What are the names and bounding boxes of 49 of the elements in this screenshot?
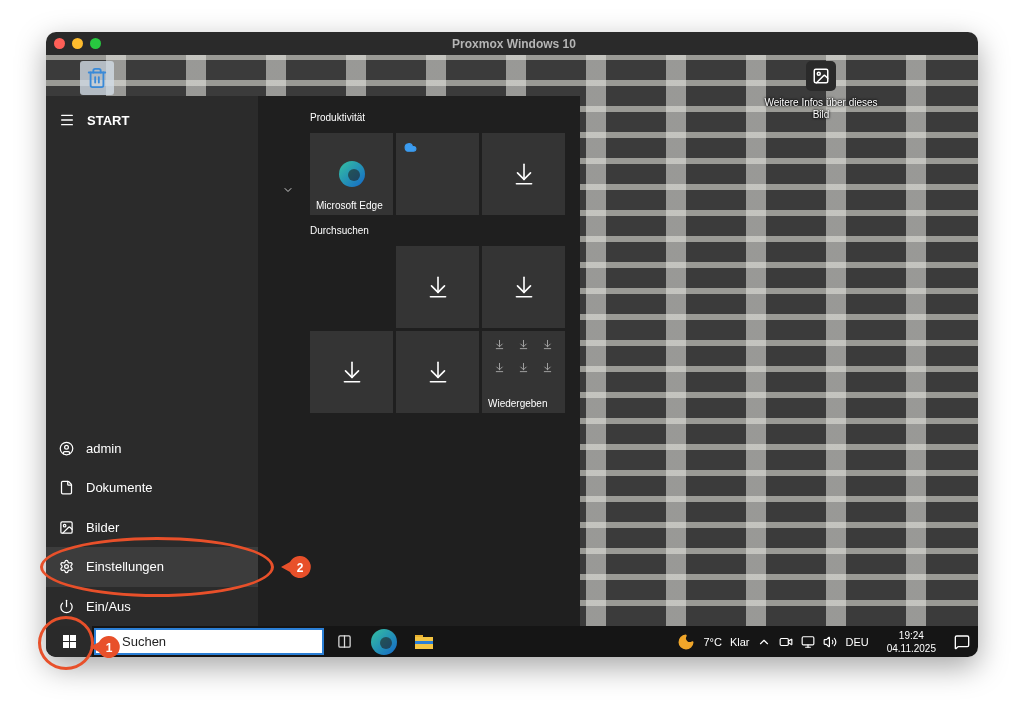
start-menu-item[interactable]: Bilder xyxy=(46,507,258,547)
clock[interactable]: 19:24 04.11.2025 xyxy=(876,628,946,655)
settings-icon xyxy=(59,559,74,575)
download-icon xyxy=(494,339,506,350)
notification-icon[interactable] xyxy=(954,633,970,650)
weather-condition: Klar xyxy=(729,635,750,648)
download-tile[interactable] xyxy=(396,331,479,413)
document-icon xyxy=(59,480,74,496)
desktop-icon-label: Weitere Infos über dieses Bild xyxy=(763,97,879,121)
folder-tile[interactable]: Wiedergeben xyxy=(482,331,565,413)
window-title: Proxmox Windows 10 xyxy=(451,36,577,51)
download-tile[interactable] xyxy=(396,246,479,328)
download-icon xyxy=(518,362,529,373)
volume-icon[interactable] xyxy=(823,634,838,649)
download-tile[interactable] xyxy=(482,133,565,215)
start-button[interactable] xyxy=(46,626,92,657)
annotation-badge: 1 xyxy=(90,636,120,658)
start-menu-item[interactable]: Ein/Aus xyxy=(46,586,258,626)
weather-temperature: 7°C xyxy=(703,635,722,648)
annotation-badge: 2 xyxy=(281,556,311,578)
edge-icon xyxy=(337,160,366,188)
edge-tile[interactable]: Microsoft Edge xyxy=(310,133,393,215)
menu-icon[interactable] xyxy=(59,112,75,128)
group-title: Produktivität xyxy=(310,112,367,123)
windows-logo-icon xyxy=(62,635,76,648)
maximize-button[interactable] xyxy=(90,38,101,49)
language-indicator[interactable]: DEU xyxy=(845,635,869,648)
cloud-tile[interactable] xyxy=(396,133,479,215)
start-menu-item[interactable]: Einstellungen xyxy=(46,547,258,587)
start-title: START xyxy=(87,112,130,128)
close-button[interactable] xyxy=(54,38,65,49)
download-icon xyxy=(541,362,553,373)
annotation-ellipse xyxy=(38,616,94,670)
start-menu-item[interactable]: admin xyxy=(46,428,258,468)
user-icon xyxy=(59,440,74,456)
image-icon xyxy=(59,519,74,535)
power-icon xyxy=(59,598,74,614)
minimize-button[interactable] xyxy=(72,38,83,49)
moon-icon[interactable] xyxy=(677,632,696,651)
download-tile[interactable] xyxy=(482,246,565,328)
landscape-icon[interactable] xyxy=(806,61,836,91)
download-tile[interactable] xyxy=(310,331,393,413)
download-icon xyxy=(518,339,529,350)
download-icon xyxy=(494,362,506,373)
start-menu-item[interactable]: Dokumente xyxy=(46,468,258,508)
cloud-icon xyxy=(404,141,417,154)
group-title: Durchsuchen xyxy=(310,225,370,236)
download-icon xyxy=(541,339,553,350)
network-icon[interactable] xyxy=(801,634,816,649)
